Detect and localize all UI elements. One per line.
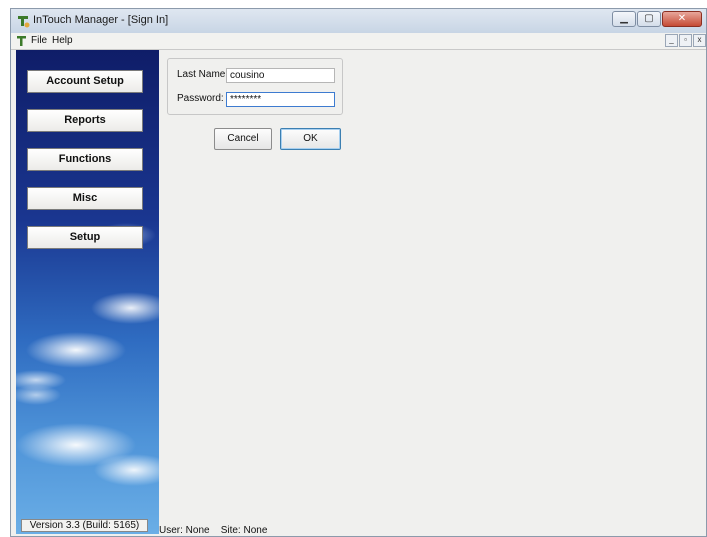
functions-button[interactable]: Functions	[27, 148, 143, 171]
maximize-icon[interactable]: ▢	[637, 11, 661, 27]
app-icon	[18, 16, 30, 28]
version-label: Version 3.3 (Build: 5165)	[21, 519, 148, 532]
reports-button[interactable]: Reports	[27, 109, 143, 132]
minimize-icon[interactable]: ▁	[612, 11, 636, 27]
setup-button[interactable]: Setup	[27, 226, 143, 249]
document-icon[interactable]	[16, 35, 28, 47]
menu-help[interactable]: Help	[52, 35, 73, 46]
password-field[interactable]	[226, 92, 335, 107]
misc-button[interactable]: Misc	[27, 187, 143, 210]
account-setup-button[interactable]: Account Setup	[27, 70, 143, 93]
child-minimize-icon[interactable]: _	[665, 34, 678, 47]
main-window: InTouch Manager - [Sign In] ▁ ▢ ✕ File H…	[10, 8, 707, 537]
ok-button[interactable]: OK	[280, 128, 341, 150]
menu-bar: File Help _ ▫ x	[11, 33, 706, 50]
menu-file[interactable]: File	[31, 35, 47, 46]
status-bar: User: None Site: None	[159, 525, 268, 536]
sign-in-group: Last Name: Password:	[167, 58, 343, 115]
child-restore-icon[interactable]: ▫	[679, 34, 692, 47]
last-name-label: Last Name:	[177, 69, 229, 80]
window-controls: ▁ ▢ ✕	[612, 11, 702, 29]
child-close-icon[interactable]: x	[693, 34, 706, 47]
password-label: Password:	[177, 93, 224, 104]
title-bar: InTouch Manager - [Sign In] ▁ ▢ ✕	[11, 9, 706, 34]
last-name-field[interactable]	[226, 68, 335, 83]
cancel-button[interactable]: Cancel	[214, 128, 272, 150]
sidebar: Account Setup Reports Functions Misc Set…	[16, 50, 159, 534]
child-window-controls: _ ▫ x	[665, 34, 706, 47]
close-icon[interactable]: ✕	[662, 11, 702, 27]
window-title: InTouch Manager - [Sign In]	[33, 14, 169, 26]
